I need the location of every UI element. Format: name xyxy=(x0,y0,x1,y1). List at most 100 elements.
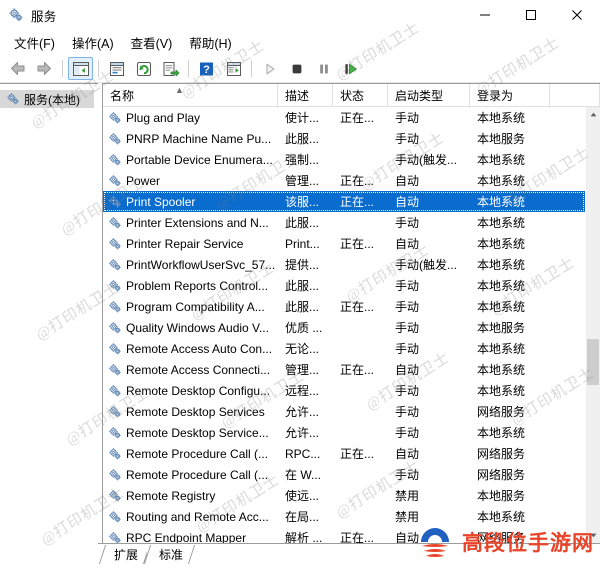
properties-icon[interactable] xyxy=(104,57,129,80)
cell-logon: 网络服务 xyxy=(470,445,550,462)
cell-logon: 本地系统 xyxy=(470,172,550,189)
cell-desc: Print... xyxy=(278,237,333,251)
title-bar: 服务 xyxy=(0,0,600,30)
tab-extended[interactable]: 扩展 xyxy=(102,545,147,564)
table-row[interactable]: Power管理...正在...自动本地系统 xyxy=(103,170,585,191)
service-gear-icon xyxy=(108,195,122,209)
column-header-label: 状态 xyxy=(340,87,364,104)
cell-startup: 自动 xyxy=(388,445,470,462)
forward-icon[interactable] xyxy=(32,57,57,80)
table-row[interactable]: Remote Registry使远...禁用本地服务 xyxy=(103,485,585,506)
close-button[interactable] xyxy=(554,0,600,30)
refresh-icon[interactable] xyxy=(131,57,156,80)
service-gear-icon xyxy=(108,237,122,251)
column-header-name[interactable]: 名称▲ xyxy=(103,84,278,106)
cell-logon: 本地服务 xyxy=(470,319,550,336)
show-hide-console-tree-icon[interactable] xyxy=(68,57,93,80)
cell-logon: 本地系统 xyxy=(470,256,550,273)
start-service-icon[interactable] xyxy=(257,57,282,80)
table-row[interactable]: Remote Procedure Call (...在 W...手动网络服务 xyxy=(103,464,585,485)
service-gear-icon xyxy=(108,342,122,356)
service-name-label: Remote Procedure Call (... xyxy=(126,447,268,461)
service-name-label: Portable Device Enumera... xyxy=(126,153,273,167)
tab-standard[interactable]: 标准 xyxy=(147,545,192,564)
column-header-startup[interactable]: 启动类型 xyxy=(388,84,470,106)
table-row[interactable]: Remote Desktop Service...允许...手动本地系统 xyxy=(103,422,585,443)
cell-logon: 本地系统 xyxy=(470,193,550,210)
cell-name: PrintWorkflowUserSvc_57... xyxy=(103,258,278,272)
service-gear-icon xyxy=(108,258,122,272)
column-header-status[interactable]: 状态 xyxy=(333,84,388,106)
cell-name: Remote Access Auto Con... xyxy=(103,342,278,356)
cell-desc: 此服... xyxy=(278,214,333,231)
table-row[interactable]: Remote Desktop Services允许...手动网络服务 xyxy=(103,401,585,422)
cell-name: Print Spooler xyxy=(103,195,278,209)
table-row[interactable]: Problem Reports Control...此服...手动本地系统 xyxy=(103,275,585,296)
cell-status: 正在... xyxy=(333,298,388,315)
services-window: 服务 文件(F) 操作(A) 查看(V) 帮助(H) xyxy=(0,0,600,570)
table-row[interactable]: PNRP Machine Name Pu...此服...手动本地服务 xyxy=(103,128,585,149)
show-hide-action-pane-icon[interactable] xyxy=(221,57,246,80)
table-row[interactable]: Print Spooler该服...正在...自动本地系统 xyxy=(103,191,585,212)
help-icon[interactable]: ? xyxy=(194,57,219,80)
cell-desc: 无论... xyxy=(278,340,333,357)
service-gear-icon xyxy=(108,426,122,440)
scroll-up-arrow-icon[interactable] xyxy=(586,107,600,122)
table-row[interactable]: Printer Extensions and N...此服...手动本地系统 xyxy=(103,212,585,233)
cell-status: 正在... xyxy=(333,361,388,378)
table-row[interactable]: Printer Repair ServicePrint...正在...自动本地系… xyxy=(103,233,585,254)
menu-file[interactable]: 文件(F) xyxy=(6,30,64,55)
restart-service-icon[interactable] xyxy=(338,57,363,80)
stop-service-icon[interactable] xyxy=(284,57,309,80)
toolbar-separator-2 xyxy=(98,60,99,77)
cell-desc: 该服... xyxy=(278,193,333,210)
service-gear-icon xyxy=(108,447,122,461)
sort-ascending-icon: ▲ xyxy=(175,86,184,95)
cell-desc: 在 W... xyxy=(278,466,333,483)
svg-text:?: ? xyxy=(203,64,210,76)
table-row[interactable]: Remote Desktop Configu...远程...手动本地系统 xyxy=(103,380,585,401)
menu-help-label: 帮助(H) xyxy=(189,37,231,51)
scrollbar-thumb[interactable] xyxy=(587,339,599,385)
tree-node-services-local[interactable]: 服务(本地) xyxy=(0,90,94,108)
cell-name: Routing and Remote Acc... xyxy=(103,510,278,524)
menu-bar: 文件(F) 操作(A) 查看(V) 帮助(H) xyxy=(0,30,600,55)
cell-name: Program Compatibility A... xyxy=(103,300,278,314)
cell-desc: 提供... xyxy=(278,256,333,273)
table-row[interactable]: Remote Procedure Call (...RPC...正在...自动网… xyxy=(103,443,585,464)
service-gear-icon xyxy=(108,531,122,544)
table-row[interactable]: Remote Access Auto Con...无论...手动本地系统 xyxy=(103,338,585,359)
cell-logon: 本地系统 xyxy=(470,298,550,315)
list-rows: Plug and Play使计...正在...手动本地系统PNRP Machin… xyxy=(103,107,585,543)
cell-name: Quality Windows Audio V... xyxy=(103,321,278,335)
cell-name: Remote Desktop Service... xyxy=(103,426,278,440)
vertical-scrollbar[interactable] xyxy=(585,107,600,543)
table-row[interactable]: Program Compatibility A...此服...正在...手动本地… xyxy=(103,296,585,317)
table-row[interactable]: Remote Access Connecti...管理...正在...自动本地系… xyxy=(103,359,585,380)
menu-help[interactable]: 帮助(H) xyxy=(181,30,240,55)
service-name-label: Remote Desktop Services xyxy=(126,405,265,419)
menu-view[interactable]: 查看(V) xyxy=(123,30,182,55)
maximize-button[interactable] xyxy=(508,0,554,30)
back-icon[interactable] xyxy=(5,57,30,80)
column-header-desc[interactable]: 描述 xyxy=(278,84,333,106)
table-row[interactable]: Portable Device Enumera...强制...手动(触发...本… xyxy=(103,149,585,170)
service-name-label: Printer Extensions and N... xyxy=(126,216,269,230)
table-row[interactable]: Quality Windows Audio V...优质 ...手动本地服务 xyxy=(103,317,585,338)
cell-startup: 手动 xyxy=(388,109,470,126)
pause-service-icon[interactable] xyxy=(311,57,336,80)
column-header-logon[interactable]: 登录为 xyxy=(470,84,550,106)
table-row[interactable]: Plug and Play使计...正在...手动本地系统 xyxy=(103,107,585,128)
export-list-icon[interactable] xyxy=(158,57,183,80)
cell-startup: 自动 xyxy=(388,172,470,189)
service-name-label: Remote Access Connecti... xyxy=(126,363,270,377)
service-name-label: Program Compatibility A... xyxy=(126,300,265,314)
minimize-button[interactable] xyxy=(462,0,508,30)
cell-status: 正在... xyxy=(333,445,388,462)
column-header-filler xyxy=(550,84,600,106)
table-row[interactable]: PrintWorkflowUserSvc_57...提供...手动(触发...本… xyxy=(103,254,585,275)
toolbar: ? xyxy=(0,55,600,83)
cell-startup: 手动 xyxy=(388,277,470,294)
menu-action[interactable]: 操作(A) xyxy=(64,30,123,55)
cell-status: 正在... xyxy=(333,172,388,189)
